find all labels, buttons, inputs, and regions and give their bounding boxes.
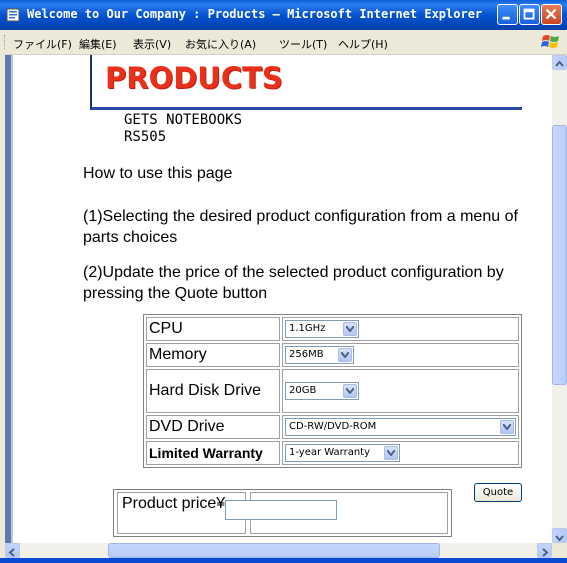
menu-favorites[interactable]: お気に入り(A) (185, 36, 256, 52)
chevron-down-icon[interactable] (343, 321, 357, 336)
instruction-step-1: (1)Selecting the desired product configu… (83, 208, 518, 246)
warranty-select-value: 1-year Warranty (289, 446, 371, 458)
config-label: Hard Disk Drive (146, 369, 280, 413)
windows-logo-icon (541, 35, 559, 48)
chevron-down-icon[interactable] (384, 445, 398, 460)
menu-tools[interactable]: ツール(T) (279, 36, 327, 52)
memory-select-value: 256MB (289, 348, 324, 360)
cpu-select-value: 1.1GHz (289, 322, 326, 334)
close-icon (545, 8, 557, 20)
quote-button[interactable]: Quote (474, 483, 522, 502)
config-label: CPU (146, 317, 280, 341)
toolbar-grip[interactable] (4, 35, 7, 49)
dvd-select[interactable]: CD-RW/DVD-ROM (285, 417, 516, 436)
how-to-heading: How to use this page (83, 165, 233, 182)
maximize-button[interactable] (519, 4, 540, 25)
config-label: Memory (146, 343, 280, 367)
hard-disk-select[interactable]: 20GB (285, 381, 359, 400)
horizontal-scroll-thumb[interactable] (108, 543, 440, 558)
config-value-cell: CD-RW/DVD-ROM (282, 415, 519, 439)
config-row-memory: Memory 256MB (146, 343, 519, 367)
scroll-up-button[interactable] (552, 55, 567, 70)
scrollbar-corner (552, 543, 567, 558)
chevron-up-icon (555, 60, 564, 67)
config-row-warranty: Limited Warranty 1-year Warranty (146, 441, 519, 465)
close-button[interactable] (541, 4, 562, 25)
memory-select[interactable]: 256MB (285, 345, 354, 364)
horizontal-scrollbar[interactable] (5, 543, 552, 558)
scroll-right-button[interactable] (537, 543, 552, 558)
chevron-down-icon[interactable] (338, 347, 352, 362)
ie-app-icon[interactable] (6, 7, 22, 23)
menu-view[interactable]: 表示(V) (133, 36, 171, 52)
warranty-select[interactable]: 1-year Warranty (285, 443, 400, 462)
config-value-cell: 256MB (282, 343, 519, 367)
title-bar: Welcome to Our Company : Products – Micr… (0, 0, 567, 30)
minimize-button[interactable] (497, 4, 518, 25)
scroll-down-button[interactable] (552, 528, 567, 543)
page-viewport: PRODUCTS GETS NOTEBOOKS RS505 How to use… (5, 55, 552, 543)
config-label: DVD Drive (146, 415, 280, 439)
config-row-cpu: CPU 1.1GHz (146, 317, 519, 341)
product-model: RS505 (124, 129, 167, 145)
config-row-dvd: DVD Drive CD-RW/DVD-ROM (146, 415, 519, 439)
scroll-left-button[interactable] (5, 543, 20, 558)
page-left-strip-highlight (11, 55, 13, 543)
menu-edit[interactable]: 編集(E) (79, 36, 117, 52)
chevron-down-icon[interactable] (343, 383, 357, 398)
minimize-icon (502, 16, 510, 20)
menu-help[interactable]: ヘルプ(H) (338, 36, 388, 52)
vertical-scrollbar[interactable] (552, 55, 567, 543)
cpu-select[interactable]: 1.1GHz (285, 319, 359, 338)
config-value-cell: 20GB (282, 369, 519, 413)
product-line-name: GETS NOTEBOOKS (124, 112, 243, 128)
chevron-down-icon[interactable] (500, 419, 514, 434)
config-row-hard-disk: Hard Disk Drive 20GB (146, 369, 519, 413)
instruction-step-2: (2)Update the price of the selected prod… (83, 264, 504, 302)
configuration-table: CPU 1.1GHz Memory 256MB Hard Disk Drive (143, 314, 522, 468)
price-label: Product price¥ (122, 495, 226, 512)
menu-bar: ファイル(F) 編集(E) 表示(V) お気に入り(A) ツール(T) ヘルプ(… (0, 30, 567, 55)
menu-file[interactable]: ファイル(F) (13, 36, 72, 52)
config-value-cell: 1-year Warranty (282, 441, 519, 465)
config-value-cell: 1.1GHz (282, 317, 519, 341)
maximize-icon (523, 8, 535, 20)
window-title: Welcome to Our Company : Products – Micr… (27, 7, 483, 21)
hard-disk-select-value: 20GB (289, 384, 317, 396)
page-title: PRODUCTS (105, 61, 283, 95)
window-frame-bottom (0, 558, 567, 563)
price-output-field[interactable] (225, 500, 337, 520)
config-label: Limited Warranty (146, 441, 280, 465)
dvd-select-value: CD-RW/DVD-ROM (289, 420, 377, 432)
vertical-scroll-thumb[interactable] (552, 125, 567, 385)
